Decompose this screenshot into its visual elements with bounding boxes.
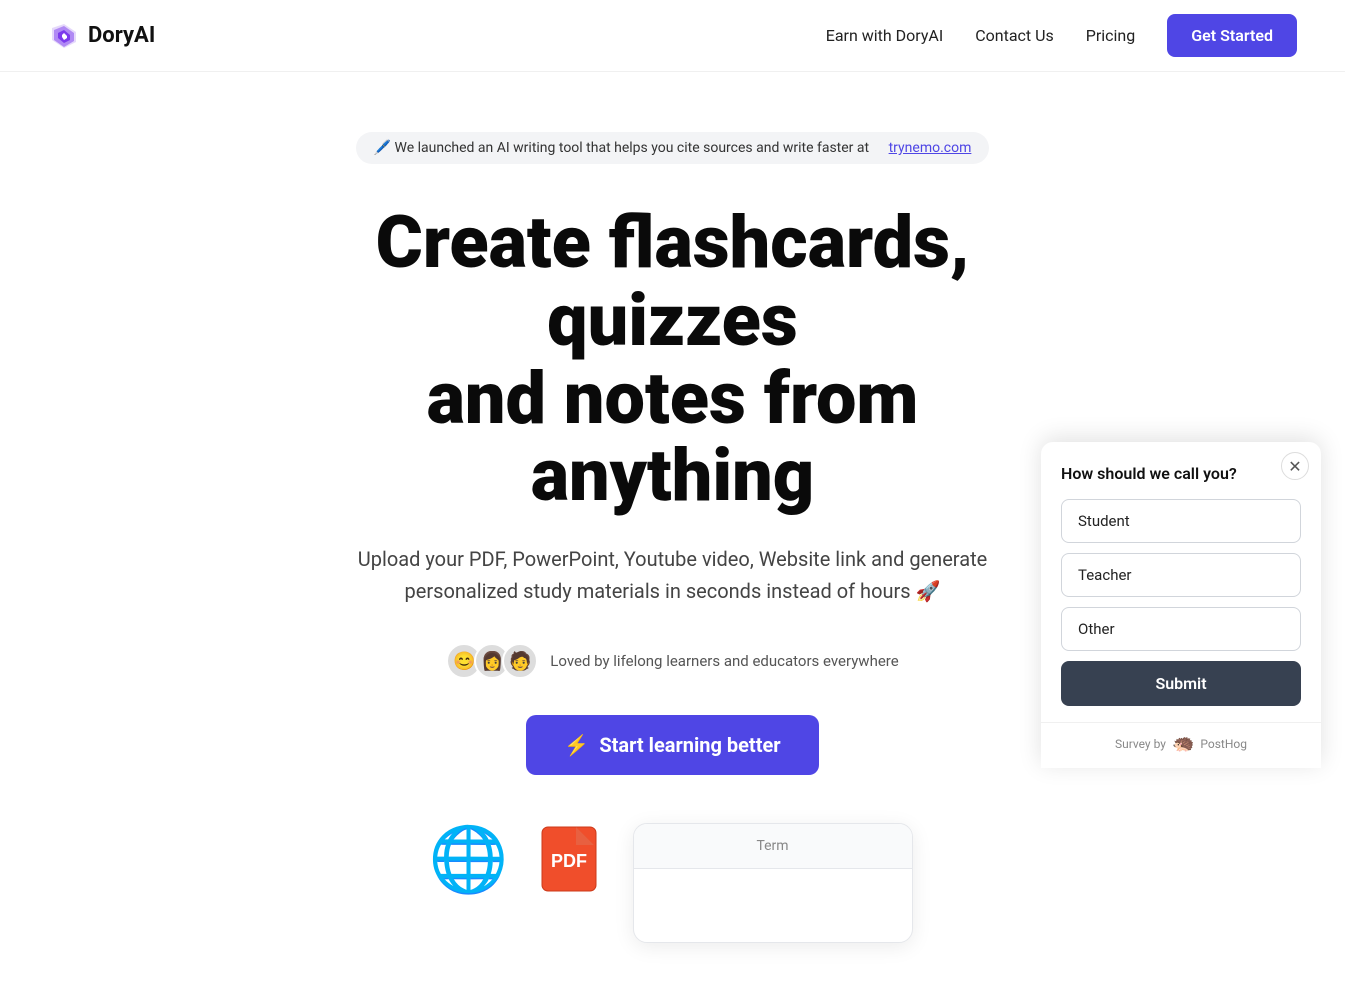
announcement-banner: 🖊️ We launched an AI writing tool that h… bbox=[356, 132, 990, 164]
survey-content: How should we call you? Student Teacher … bbox=[1041, 442, 1321, 722]
loved-row: 😊 👩 🧑 Loved by lifelong learners and edu… bbox=[446, 643, 898, 679]
get-started-button[interactable]: Get Started bbox=[1167, 14, 1297, 57]
survey-submit-button[interactable]: Submit bbox=[1061, 661, 1301, 706]
icons-row: 🌐 PDF bbox=[433, 823, 601, 895]
flashcard-header: Term bbox=[634, 824, 912, 869]
logo-text: DoryAI bbox=[88, 23, 155, 48]
survey-footer-text: Survey by bbox=[1115, 737, 1166, 751]
survey-option-other[interactable]: Other bbox=[1061, 607, 1301, 651]
nav-pricing[interactable]: Pricing bbox=[1086, 26, 1136, 45]
flashcard-term-label: Term bbox=[756, 838, 788, 854]
avatar-3: 🧑 bbox=[502, 643, 538, 679]
svg-text:PDF: PDF bbox=[551, 851, 587, 871]
survey-close-button[interactable]: ✕ bbox=[1281, 452, 1309, 480]
survey-option-teacher[interactable]: Teacher bbox=[1061, 553, 1301, 597]
nav-earn[interactable]: Earn with DoryAI bbox=[826, 26, 944, 45]
lightning-icon: ⚡ bbox=[564, 733, 589, 757]
header: DoryAI Earn with DoryAI Contact Us Prici… bbox=[0, 0, 1345, 72]
survey-popup: ✕ How should we call you? Student Teache… bbox=[1041, 442, 1321, 768]
nav-contact[interactable]: Contact Us bbox=[975, 26, 1054, 45]
survey-question: How should we call you? bbox=[1061, 464, 1301, 483]
hero-subtitle: Upload your PDF, PowerPoint, Youtube vid… bbox=[353, 543, 993, 607]
hero-title-line2: and notes from anything bbox=[427, 356, 919, 519]
start-learning-label: Start learning better bbox=[599, 733, 780, 757]
avatar-group: 😊 👩 🧑 bbox=[446, 643, 538, 679]
loved-text: Loved by lifelong learners and educators… bbox=[550, 652, 898, 670]
announcement-text: 🖊️ We launched an AI writing tool that h… bbox=[374, 140, 870, 156]
logo-icon bbox=[48, 20, 80, 52]
survey-footer-brand: PostHog bbox=[1200, 737, 1247, 751]
pdf-svg: PDF bbox=[540, 825, 598, 893]
announcement-link[interactable]: trynemo.com bbox=[889, 140, 972, 156]
hero-title-line1: Create flashcards, quizzes bbox=[376, 200, 970, 363]
flashcard-body bbox=[634, 869, 912, 942]
start-learning-button[interactable]: ⚡ Start learning better bbox=[526, 715, 818, 775]
main-nav: Earn with DoryAI Contact Us Pricing Get … bbox=[826, 14, 1297, 57]
survey-footer: Survey by 🦔 PostHog bbox=[1041, 722, 1321, 768]
posthog-logo-icon: 🦔 bbox=[1172, 733, 1194, 754]
flashcard-preview: Term bbox=[633, 823, 913, 943]
logo[interactable]: DoryAI bbox=[48, 20, 155, 52]
globe-icon: 🌐 bbox=[433, 823, 505, 895]
pdf-icon: PDF bbox=[537, 823, 601, 895]
bottom-area: 🌐 PDF Term bbox=[433, 823, 913, 943]
hero-title: Create flashcards, quizzes and notes fro… bbox=[293, 204, 1053, 515]
survey-option-student[interactable]: Student bbox=[1061, 499, 1301, 543]
